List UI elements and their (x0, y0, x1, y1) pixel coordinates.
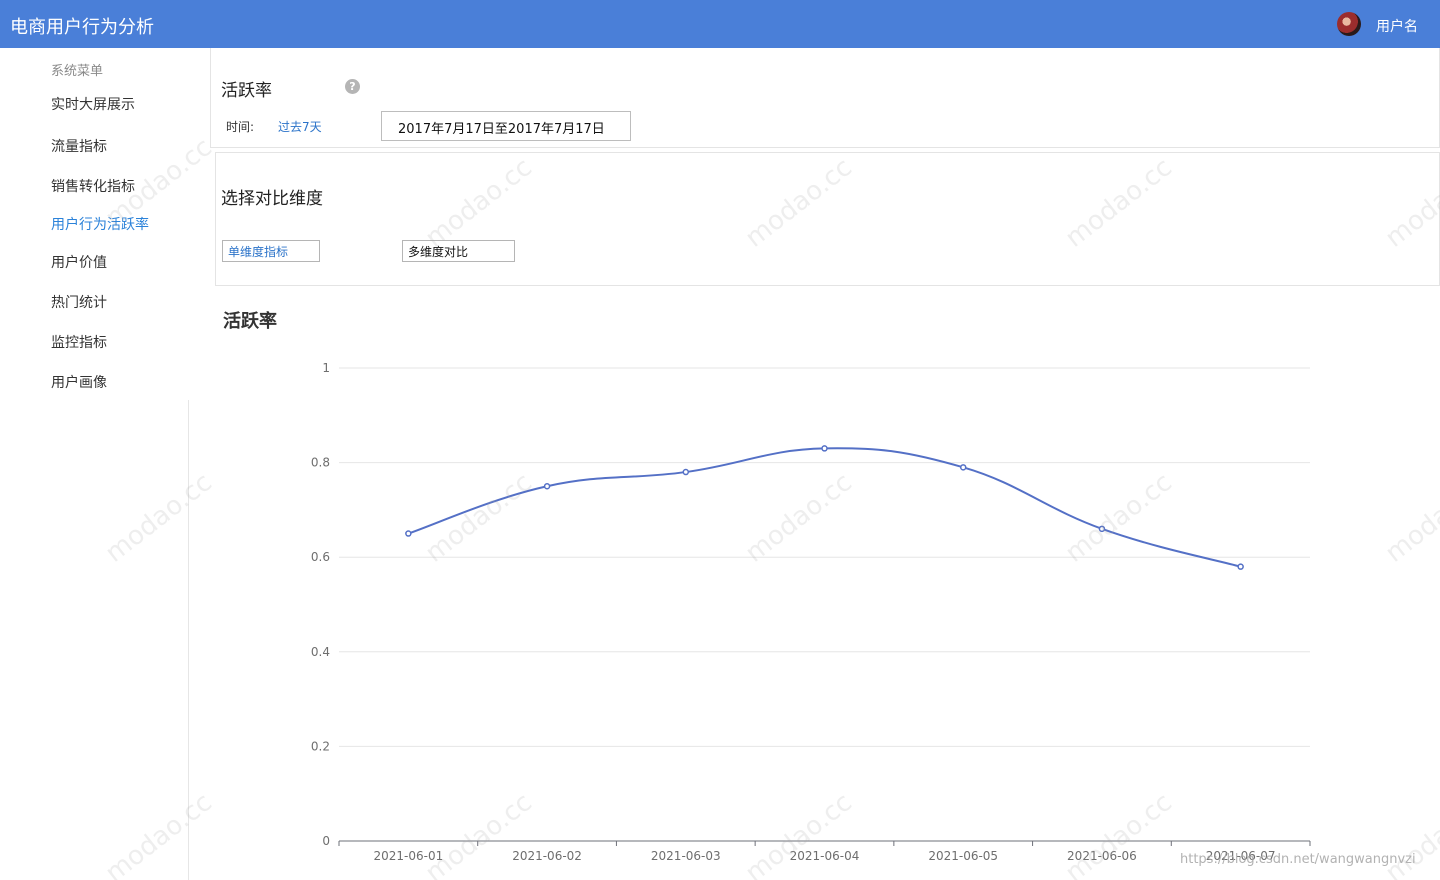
series-line (408, 447, 1241, 568)
watermark: modao.cc (100, 787, 218, 880)
time-label: 时间: (226, 120, 255, 134)
data-point (405, 530, 412, 537)
compare-title: 选择对比维度 (221, 189, 323, 209)
x-tick-label: 2021-06-01 (373, 849, 443, 863)
compare-card: 选择对比维度 单维度指标 多维度对比 (215, 152, 1440, 286)
data-point (1098, 525, 1106, 533)
watermark: modao.cc (1380, 787, 1440, 880)
y-tick-label: 1 (322, 361, 330, 375)
single-dimension-button[interactable]: 单维度指标 (222, 240, 320, 262)
help-icon[interactable]: ? (345, 79, 360, 94)
x-tick-label: 2021-06-06 (1067, 849, 1137, 863)
app-title: 电商用户行为分析 (10, 17, 154, 38)
source-credit: https://blog.csdn.net/wangwangnvzi (1180, 852, 1416, 867)
y-tick-label: 0.6 (311, 550, 330, 564)
y-tick-label: 0.4 (311, 645, 330, 659)
username[interactable]: 用户名 (1376, 16, 1418, 36)
menu-heading: 系统菜单 (51, 64, 104, 79)
filter-title: 活跃率 (221, 81, 272, 101)
data-point (821, 445, 828, 452)
sidebar: 系统菜单 实时大屏展示 流量指标 销售转化指标 用户行为活跃率 用户价值 热门统… (0, 48, 210, 400)
data-point (682, 468, 690, 476)
x-tick-label: 2021-06-04 (790, 849, 860, 863)
x-tick-label: 2021-06-05 (928, 849, 998, 863)
top-bar: 电商用户行为分析 用户名 (0, 0, 1440, 48)
sidebar-item-monitoring[interactable]: 监控指标 (51, 332, 107, 352)
watermark: modao.cc (420, 787, 538, 880)
x-tick-label: 2021-06-02 (512, 849, 582, 863)
sidebar-item-user-value[interactable]: 用户价值 (51, 252, 107, 272)
sidebar-item-realtime-screen[interactable]: 实时大屏展示 (51, 94, 135, 114)
data-point (1237, 563, 1244, 570)
watermark: modao.cc (740, 787, 858, 880)
sidebar-item-traffic[interactable]: 流量指标 (51, 136, 107, 156)
sidebar-item-user-profile[interactable]: 用户画像 (51, 372, 107, 392)
watermark: modao.cc (1060, 787, 1178, 880)
sidebar-item-hot-stats[interactable]: 热门统计 (51, 292, 107, 312)
sidebar-divider (188, 400, 189, 880)
y-tick-label: 0 (322, 834, 330, 848)
last-7-days-link[interactable]: 过去7天 (278, 118, 322, 135)
y-tick-label: 0.2 (311, 739, 330, 753)
watermark: modao.cc (740, 467, 858, 569)
data-point (959, 464, 967, 471)
x-tick-label: 2021-06-07 (1206, 849, 1276, 863)
date-range-input[interactable]: 2017年7月17日至2017年7月17日 (381, 111, 631, 141)
y-tick-label: 0.8 (311, 456, 330, 470)
sidebar-item-sales-conversion[interactable]: 销售转化指标 (51, 176, 135, 196)
x-tick-label: 2021-06-03 (651, 849, 721, 863)
user-avatar[interactable] (1337, 12, 1361, 36)
multi-dimension-button[interactable]: 多维度对比 (402, 240, 515, 262)
data-point (543, 483, 551, 490)
sidebar-item-activity-rate[interactable]: 用户行为活跃率 (51, 214, 149, 234)
watermark: modao.cc (1060, 467, 1178, 569)
watermark: modao.cc (420, 467, 538, 569)
watermark: modao.cc (1380, 467, 1440, 569)
filter-card: 活跃率 ? 时间: 过去7天 2017年7月17日至2017年7月17日 (210, 48, 1440, 148)
chart-title: 活跃率 (223, 311, 277, 332)
watermark: modao.cc (100, 467, 218, 569)
